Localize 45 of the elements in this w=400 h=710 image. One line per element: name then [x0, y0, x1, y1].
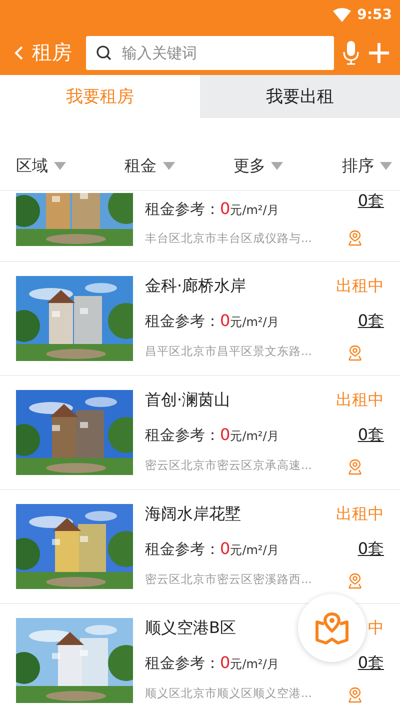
filter-dropdown[interactable]: 租金: [124, 156, 175, 176]
listing-address: 密云区北京市密云区密溪路西...: [145, 572, 313, 587]
back-button[interactable]: [14, 44, 24, 60]
unit-count-link[interactable]: 0套: [358, 424, 384, 446]
rental-status: 出租中: [336, 276, 384, 297]
page-title: 租房: [32, 39, 72, 66]
filter-dropdown[interactable]: 排序: [342, 156, 392, 176]
location-icon[interactable]: [348, 459, 362, 475]
unit-count-link[interactable]: 0套: [358, 310, 384, 332]
listing-address: 顺义区北京市顺义区顺义空港...: [145, 686, 313, 701]
listing-title: 海阔水岸花墅: [145, 504, 242, 525]
unit-count-link[interactable]: 0套: [358, 652, 384, 674]
search-icon: [96, 44, 112, 60]
unit-count-link[interactable]: 0套: [358, 538, 384, 560]
listing-title: 金科·廊桥水岸: [145, 276, 248, 297]
rent-reference: 租金参考：0元/m²/月: [145, 424, 280, 444]
add-button[interactable]: [368, 42, 390, 64]
listing-title: 首创·澜茵山: [145, 390, 232, 411]
location-icon[interactable]: [348, 345, 362, 361]
caret-icon: [162, 162, 175, 170]
status-time: 9:53: [357, 7, 392, 23]
rent-reference: 租金参考：0元/m²/月: [145, 652, 280, 672]
microphone-button[interactable]: [342, 40, 360, 66]
unit-count-link[interactable]: 0套: [358, 191, 384, 212]
listing-address: 丰台区北京市丰台区成仪路与...: [145, 231, 313, 246]
listing-address: 密云区北京市密云区京承高速...: [145, 458, 313, 473]
listing-title: 顺义空港B区: [145, 618, 237, 639]
listing-address: 昌平区北京市昌平区景文东路...: [145, 344, 313, 359]
location-icon[interactable]: [348, 573, 362, 589]
filter-dropdown[interactable]: 区域: [16, 156, 66, 176]
caret-icon: [54, 162, 66, 170]
rental-status: 中: [368, 618, 384, 639]
rent-reference: 租金参考：0元/m²/月: [145, 199, 280, 219]
caret-icon: [271, 162, 284, 170]
rent-reference: 租金参考：0元/m²/月: [145, 538, 280, 558]
rent-reference: 租金参考：0元/m²/月: [145, 310, 280, 330]
filter-dropdown[interactable]: 更多: [233, 156, 284, 176]
search-field[interactable]: 输入关键词: [86, 36, 334, 70]
map-pin-icon: [314, 610, 350, 646]
location-icon[interactable]: [348, 687, 362, 703]
caret-icon: [380, 162, 392, 170]
rental-status: 出租中: [336, 504, 384, 525]
wifi-icon: [333, 8, 352, 22]
location-icon[interactable]: [348, 230, 362, 246]
rental-status: 出租中: [336, 390, 384, 411]
